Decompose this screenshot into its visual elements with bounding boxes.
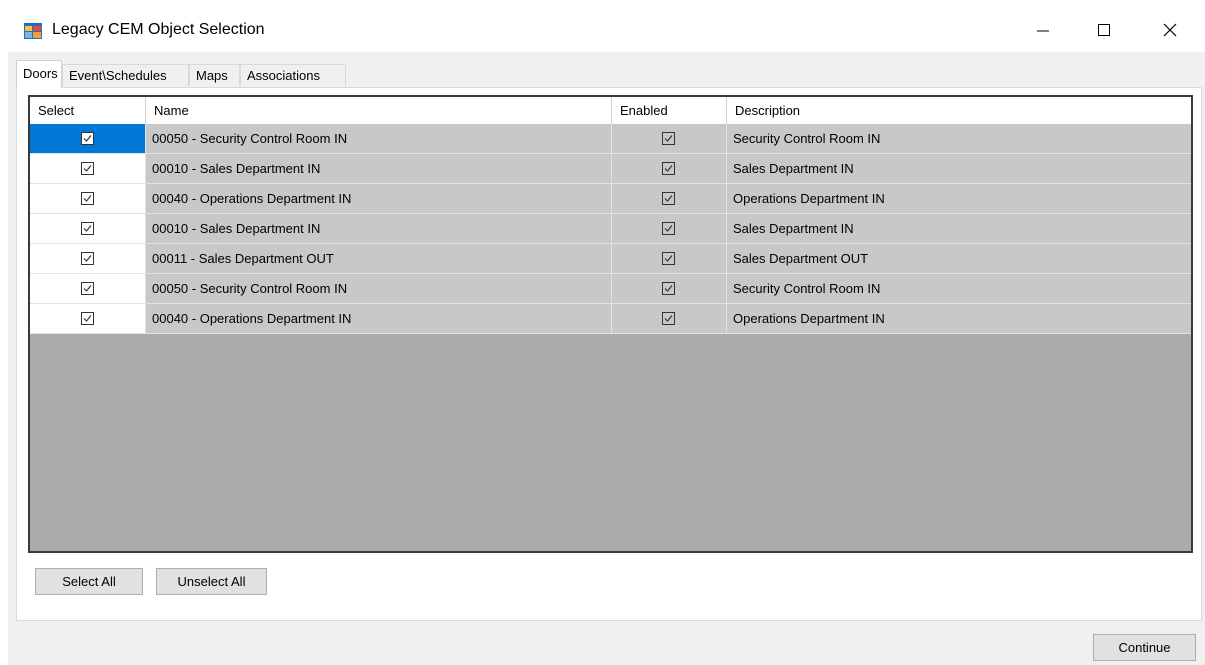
enabled-cell[interactable] xyxy=(612,244,727,274)
name-cell[interactable]: 00050 - Security Control Room IN xyxy=(146,274,612,304)
maximize-button[interactable] xyxy=(1082,8,1128,52)
title-bar: Legacy CEM Object Selection xyxy=(8,8,1205,52)
window-title: Legacy CEM Object Selection xyxy=(52,21,265,38)
select-checkbox[interactable] xyxy=(80,251,94,265)
description-cell[interactable]: Sales Department IN xyxy=(727,214,1191,244)
enabled-cell[interactable] xyxy=(612,184,727,214)
grid-header: Select Name Enabled Description xyxy=(30,97,1191,125)
close-icon xyxy=(1163,23,1177,37)
tab-maps[interactable]: Maps xyxy=(189,64,240,86)
select-checkbox[interactable] xyxy=(80,131,94,145)
enabled-checkbox[interactable] xyxy=(662,161,675,175)
description-cell[interactable]: Sales Department IN xyxy=(727,154,1191,184)
select-cell[interactable] xyxy=(30,214,146,244)
description-cell[interactable]: Security Control Room IN xyxy=(727,124,1191,154)
enabled-cell[interactable] xyxy=(612,124,727,154)
select-cell[interactable] xyxy=(30,154,146,184)
minimize-icon xyxy=(1037,30,1049,32)
unselect-all-button[interactable]: Unselect All xyxy=(156,568,267,595)
enabled-checkbox[interactable] xyxy=(662,311,675,325)
enabled-checkbox[interactable] xyxy=(662,281,675,295)
select-checkbox[interactable] xyxy=(80,311,94,325)
description-cell[interactable]: Operations Department IN xyxy=(727,304,1191,334)
name-cell[interactable]: 00040 - Operations Department IN xyxy=(146,304,612,334)
select-checkbox[interactable] xyxy=(80,221,94,235)
name-cell[interactable]: 00011 - Sales Department OUT xyxy=(146,244,612,274)
table-row[interactable]: 00010 - Sales Department IN Sales Departm… xyxy=(30,154,1191,184)
name-cell[interactable]: 00040 - Operations Department IN xyxy=(146,184,612,214)
enabled-checkbox[interactable] xyxy=(662,221,675,235)
table-row[interactable]: 00050 - Security Control Room IN Security… xyxy=(30,124,1191,154)
minimize-button[interactable] xyxy=(1021,8,1067,52)
select-checkbox[interactable] xyxy=(80,281,94,295)
enabled-checkbox[interactable] xyxy=(662,131,675,145)
description-cell[interactable]: Sales Department OUT xyxy=(727,244,1191,274)
select-cell[interactable] xyxy=(30,124,146,154)
name-cell[interactable]: 00010 - Sales Department IN xyxy=(146,214,612,244)
maximize-icon xyxy=(1098,24,1110,36)
description-cell[interactable]: Operations Department IN xyxy=(727,184,1191,214)
column-header-select[interactable]: Select xyxy=(30,97,146,124)
tab-doors[interactable]: Doors xyxy=(16,60,62,88)
doors-grid[interactable]: Select Name Enabled Description 00050 - … xyxy=(28,95,1193,553)
column-header-enabled[interactable]: Enabled xyxy=(612,97,727,124)
tab-associations[interactable]: Associations xyxy=(240,64,346,86)
enabled-checkbox[interactable] xyxy=(662,251,675,265)
name-cell[interactable]: 00010 - Sales Department IN xyxy=(146,154,612,184)
column-header-description[interactable]: Description xyxy=(727,97,1191,124)
enabled-cell[interactable] xyxy=(612,304,727,334)
tab-event-schedules[interactable]: Event\Schedules xyxy=(62,64,189,86)
enabled-checkbox[interactable] xyxy=(662,191,675,205)
select-cell[interactable] xyxy=(30,244,146,274)
enabled-cell[interactable] xyxy=(612,274,727,304)
select-cell[interactable] xyxy=(30,184,146,214)
description-cell[interactable]: Security Control Room IN xyxy=(727,274,1191,304)
enabled-cell[interactable] xyxy=(612,214,727,244)
select-checkbox[interactable] xyxy=(80,161,94,175)
table-row[interactable]: 00040 - Operations Department IN Operatio… xyxy=(30,184,1191,214)
table-row[interactable]: 00040 - Operations Department IN Operatio… xyxy=(30,304,1191,334)
table-row[interactable]: 00010 - Sales Department IN Sales Departm… xyxy=(30,214,1191,244)
enabled-cell[interactable] xyxy=(612,154,727,184)
close-button[interactable] xyxy=(1148,8,1194,52)
legacy-cem-object-selection-window: Legacy CEM Object Selection Doors Event\… xyxy=(8,8,1205,665)
table-row[interactable]: 00011 - Sales Department OUT Sales Depart… xyxy=(30,244,1191,274)
select-all-button[interactable]: Select All xyxy=(35,568,143,595)
table-row[interactable]: 00050 - Security Control Room IN Security… xyxy=(30,274,1191,304)
name-cell[interactable]: 00050 - Security Control Room IN xyxy=(146,124,612,154)
column-header-name[interactable]: Name xyxy=(146,97,612,124)
select-cell[interactable] xyxy=(30,274,146,304)
continue-button[interactable]: Continue xyxy=(1093,634,1196,661)
app-window-icon xyxy=(24,23,42,39)
select-cell[interactable] xyxy=(30,304,146,334)
select-checkbox[interactable] xyxy=(80,191,94,205)
